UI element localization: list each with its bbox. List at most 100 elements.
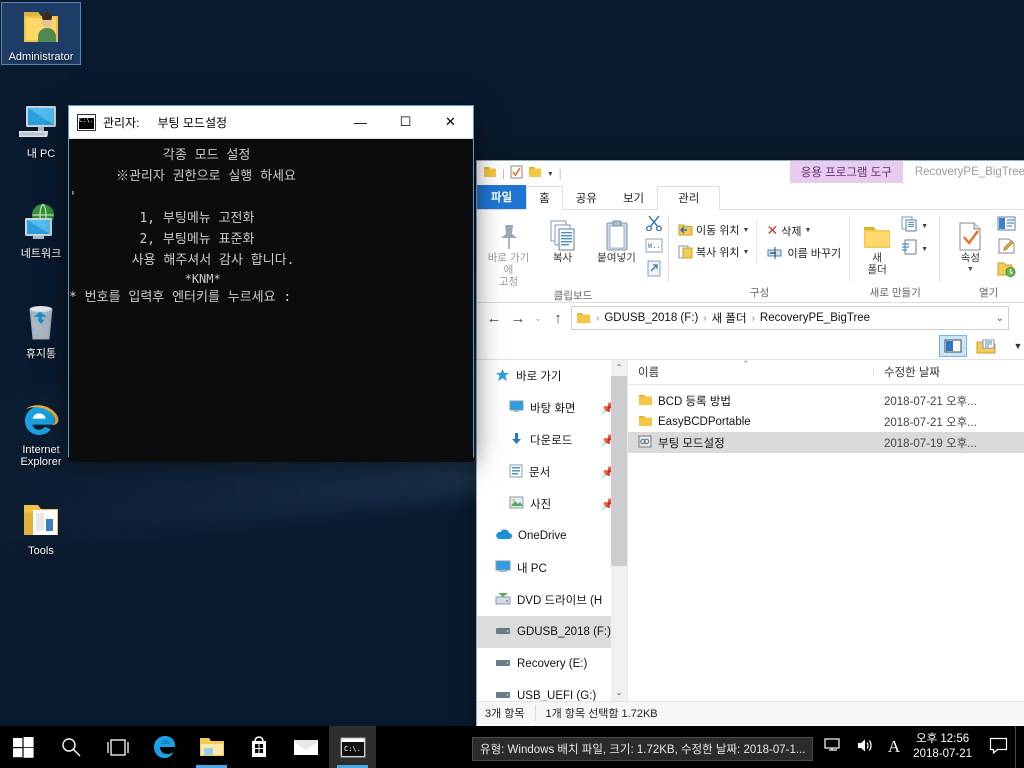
- tab-share[interactable]: 공유: [563, 187, 610, 209]
- chevron-down-icon[interactable]: ▼: [743, 227, 750, 234]
- dropdown-icon[interactable]: ▼: [547, 171, 554, 178]
- back-button[interactable]: ←: [483, 310, 505, 327]
- minimize-button[interactable]: —: [338, 106, 383, 138]
- file-list[interactable]: BCD 등록 방법 2018-07-21 오후... EasyBCDPortab…: [628, 385, 1024, 453]
- console-output[interactable]: 각종 모드 설정 ※관리자 권한으로 실행 하세요 ' 1, 부팅메뉴 고전화 …: [69, 139, 473, 462]
- navitem-dvd-drive[interactable]: DVD 드라이브 (H: [477, 584, 627, 616]
- options-caret-button[interactable]: ▼: [1005, 336, 1024, 356]
- show-desktop-button[interactable]: [1015, 726, 1024, 768]
- move-to-button[interactable]: 이동 위치 ▼: [675, 220, 752, 240]
- action-center-icon[interactable]: [982, 737, 1015, 757]
- paste-shortcut-icon[interactable]: [645, 260, 663, 282]
- edit-icon[interactable]: [997, 238, 1016, 259]
- open-icon[interactable]: [997, 216, 1016, 236]
- folder-icon[interactable]: [528, 165, 542, 183]
- up-button[interactable]: ↑: [547, 310, 569, 327]
- search-button[interactable]: [47, 726, 94, 768]
- maximize-button[interactable]: ☐: [383, 106, 428, 138]
- ribbon-tabs[interactable]: 파일 홈 공유 보기 관리: [477, 185, 1024, 210]
- navigation-pane-scrollbar[interactable]: ⌃ ⌄: [611, 360, 627, 701]
- navitem-desktop[interactable]: 바탕 화면 📌: [477, 392, 627, 424]
- desktop-icon-tools[interactable]: Tools: [2, 497, 80, 558]
- network-tray-icon[interactable]: [817, 738, 849, 756]
- chevron-down-icon[interactable]: ▼: [921, 223, 928, 230]
- desktop-icon-label: Tools: [28, 545, 54, 557]
- scroll-up-button[interactable]: ⌃: [611, 360, 627, 376]
- table-row[interactable]: 부팅 모드설정 2018-07-19 오후...: [628, 432, 1024, 453]
- mail-button[interactable]: [282, 726, 329, 768]
- file-explorer-button[interactable]: [188, 726, 235, 768]
- navitem-this-pc[interactable]: 내 PC: [477, 552, 627, 584]
- address-bar[interactable]: ← → ⌄ ↑ › GDUSB_2018 (F:) › 새 폴더 › Recov…: [477, 303, 1024, 333]
- navitem-usb-uefi[interactable]: USB_UEFI (G:): [477, 680, 627, 701]
- chevron-down-icon[interactable]: ▼: [1014, 341, 1023, 351]
- navitem-downloads[interactable]: 다운로드 📌: [477, 424, 627, 456]
- folder-icon[interactable]: [483, 165, 497, 183]
- table-row[interactable]: BCD 등록 방법 2018-07-21 오후...: [628, 390, 1024, 411]
- navitem-pictures[interactable]: 사진 📌: [477, 488, 627, 520]
- forward-button[interactable]: →: [507, 310, 529, 327]
- start-button[interactable]: [0, 726, 47, 768]
- edge-button[interactable]: [141, 726, 188, 768]
- new-item-button[interactable]: ▼: [901, 216, 928, 237]
- tab-manage[interactable]: 관리: [657, 186, 721, 210]
- ime-icon[interactable]: A: [881, 737, 907, 757]
- pin-to-quick-access-button[interactable]: 바로 가기에 고정: [483, 214, 534, 288]
- breadcrumb[interactable]: › GDUSB_2018 (F:) › 새 폴더 › RecoveryPE_Bi…: [571, 306, 1009, 330]
- properties-button[interactable]: 속성 ▼: [946, 214, 994, 276]
- navigation-pane[interactable]: 바로 가기 바탕 화면 📌 다운로드 📌 문서 📌 사진 📌 OneDrive …: [477, 360, 628, 701]
- view-options-row[interactable]: ▼: [477, 333, 1024, 359]
- table-row[interactable]: EasyBCDPortable 2018-07-21 오후...: [628, 411, 1024, 432]
- task-view-button[interactable]: [94, 726, 141, 768]
- delete-button[interactable]: ✕ 삭제 ▼: [763, 220, 844, 241]
- console-window[interactable]: 관리자: 부팅 모드설정 — ☐ ✕ 각종 모드 설정 ※관리자 권한으로 실행…: [68, 105, 474, 462]
- copy-to-button[interactable]: 복사 위치 ▼: [675, 242, 752, 262]
- checkbox-doc-icon[interactable]: [510, 165, 523, 184]
- scroll-down-button[interactable]: ⌄: [611, 685, 627, 701]
- cut-icon[interactable]: [645, 215, 663, 236]
- file-tooltip: 유형: Windows 배치 파일, 크기: 1.72KB, 수정한 날짜: 2…: [472, 737, 814, 761]
- rename-button[interactable]: 이름 바꾸기: [763, 243, 844, 263]
- breadcrumb-item-drive[interactable]: GDUSB_2018 (F:): [604, 312, 698, 324]
- volume-icon[interactable]: [849, 738, 881, 756]
- breadcrumb-item-folder[interactable]: 새 폴더: [712, 310, 747, 326]
- navitem-documents[interactable]: 문서 📌: [477, 456, 627, 488]
- tab-file[interactable]: 파일: [477, 185, 527, 209]
- history-icon[interactable]: [997, 261, 1016, 282]
- navitem-gdusb-2018[interactable]: GDUSB_2018 (F:): [477, 616, 627, 648]
- store-button[interactable]: [235, 726, 282, 768]
- preview-layout-button[interactable]: [973, 336, 999, 356]
- navitem-quick-access[interactable]: 바로 가기: [477, 360, 627, 392]
- paste-button[interactable]: 붙여넣기: [591, 214, 642, 264]
- quick-access-toolbar[interactable]: | ▼ | 응용 프로그램 도구 RecoveryPE_BigTree: [477, 161, 1024, 187]
- ribbon[interactable]: 바로 가기에 고정 복사 붙여넣기 W.. 클립보드 이동 위치 ▼ 복사 위치…: [477, 210, 1024, 303]
- desktop-icon-administrator[interactable]: Administrator: [1, 2, 81, 65]
- breadcrumb-item-current[interactable]: RecoveryPE_BigTree: [760, 312, 870, 324]
- chevron-down-icon[interactable]: ▼: [921, 246, 928, 253]
- copy-button[interactable]: 복사: [537, 214, 588, 264]
- file-explorer-window[interactable]: | ▼ | 응용 프로그램 도구 RecoveryPE_BigTree 파일 홈…: [476, 160, 1024, 734]
- column-header-date[interactable]: 수정한 날짜: [874, 364, 940, 380]
- navitem-recovery[interactable]: Recovery (E:): [477, 648, 627, 680]
- column-headers[interactable]: 이름 ⌃ 수정한 날짜: [628, 359, 1024, 385]
- column-header-name[interactable]: 이름 ⌃: [628, 359, 874, 380]
- chevron-down-icon[interactable]: ▼: [804, 227, 811, 234]
- chevron-down-icon[interactable]: ▼: [743, 249, 750, 256]
- new-folder-button[interactable]: 새 폴더: [856, 214, 898, 276]
- console-titlebar[interactable]: 관리자: 부팅 모드설정 — ☐ ✕: [69, 106, 473, 139]
- tab-view[interactable]: 보기: [610, 187, 657, 209]
- navitem-onedrive[interactable]: OneDrive: [477, 520, 627, 552]
- tab-home[interactable]: 홈: [526, 186, 563, 210]
- file-list-pane[interactable]: 이름 ⌃ 수정한 날짜 BCD 등록 방법 2018-07-21 오후... E…: [628, 359, 1024, 701]
- breadcrumb-dropdown-icon[interactable]: ⌄: [996, 313, 1004, 324]
- chevron-down-icon[interactable]: ▼: [946, 264, 994, 276]
- scrollbar-thumb[interactable]: [611, 376, 627, 566]
- copy-path-icon[interactable]: W..: [645, 238, 663, 258]
- easy-access-button[interactable]: ▼: [901, 239, 928, 260]
- console-taskbar-button[interactable]: C:\.: [329, 726, 376, 768]
- close-button[interactable]: ✕: [428, 106, 473, 138]
- clock[interactable]: 오후 12:56 2018-07-21: [907, 732, 982, 762]
- recent-locations-button[interactable]: ⌄: [531, 313, 545, 324]
- console-prompt[interactable]: * 번호를 입력후 엔터키를 누르세요 :: [69, 287, 473, 308]
- details-pane-button[interactable]: [939, 335, 967, 357]
